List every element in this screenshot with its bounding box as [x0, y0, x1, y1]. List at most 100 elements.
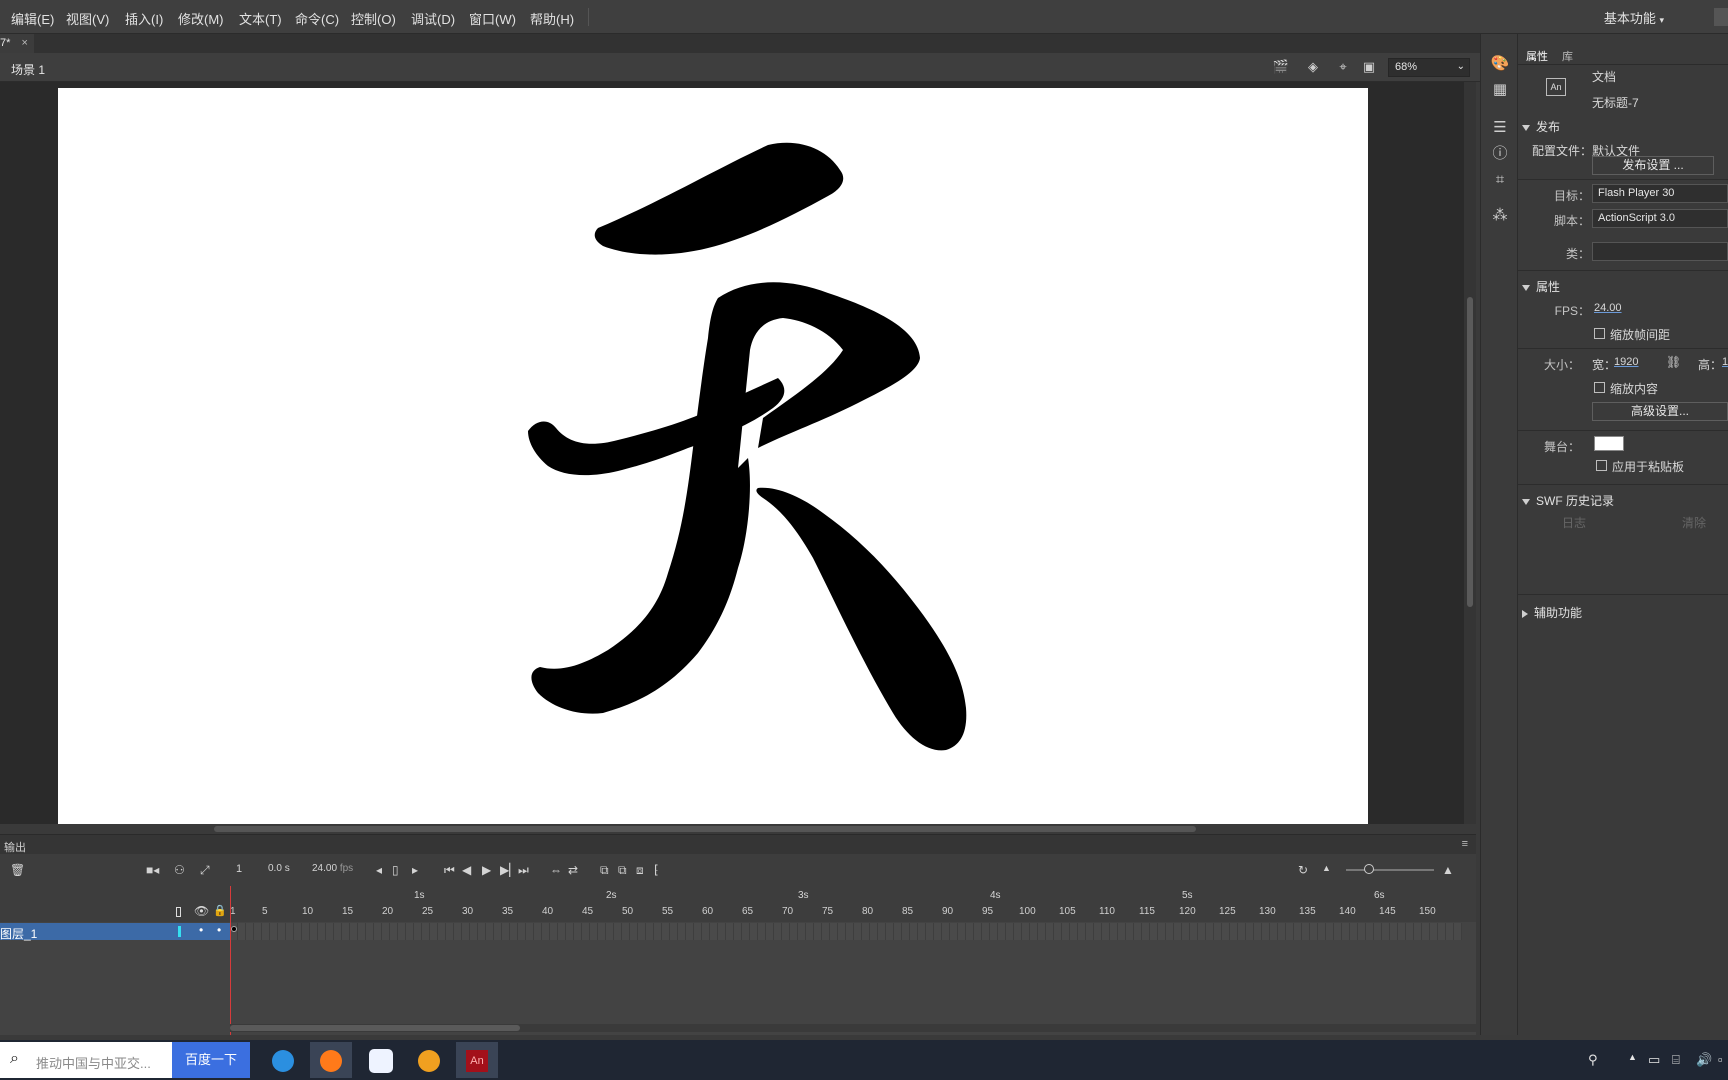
lock-dot[interactable]: •: [217, 923, 221, 937]
clapperboard-icon[interactable]: 🎬: [1272, 59, 1290, 75]
menu-help[interactable]: 帮助(H): [530, 9, 574, 28]
zoom-out-icon[interactable]: ▲: [1322, 863, 1331, 873]
close-icon[interactable]: ×: [21, 37, 27, 49]
swf-history-section[interactable]: SWF 历史记录: [1522, 492, 1614, 509]
firefox-icon[interactable]: [310, 1042, 352, 1078]
onion-skin-icon[interactable]: ⧉: [600, 863, 609, 878]
scene-label[interactable]: 场景 1: [11, 61, 45, 78]
frame-cells[interactable]: [230, 923, 1462, 940]
publish-section[interactable]: 发布: [1522, 118, 1560, 135]
script-select[interactable]: ActionScript 3.0: [1592, 209, 1728, 228]
stage[interactable]: 天: [58, 88, 1368, 824]
eye-icon[interactable]: 👁: [194, 904, 209, 918]
color-palette-icon[interactable]: 🎨: [1490, 54, 1510, 74]
onion-outline-icon[interactable]: ⧉: [618, 863, 627, 878]
edit-multiple-icon[interactable]: ⧈: [636, 863, 644, 878]
menu-text[interactable]: 文本(T): [239, 9, 282, 28]
tab-library[interactable]: 库: [1562, 48, 1573, 64]
keyframe[interactable]: [231, 926, 237, 932]
publish-settings-button[interactable]: 发布设置 ...: [1592, 156, 1714, 175]
link-icon[interactable]: ⛓: [1666, 355, 1681, 369]
target-select[interactable]: Flash Player 30: [1592, 184, 1728, 203]
zoom-in-icon[interactable]: ▲: [1442, 863, 1454, 877]
animate-app-icon[interactable]: An: [456, 1042, 498, 1078]
menu-edit[interactable]: 编辑(E): [11, 9, 54, 28]
volume-icon[interactable]: 🔊: [1696, 1052, 1712, 1068]
height-value[interactable]: 1: [1722, 356, 1728, 368]
stage-horizontal-scrollbar[interactable]: [0, 824, 1476, 834]
stage-vertical-scrollbar[interactable]: [1464, 82, 1476, 824]
playhead[interactable]: [230, 886, 231, 1035]
zoom-select[interactable]: 68% ⌄: [1388, 58, 1470, 77]
align-icon[interactable]: ☰: [1490, 118, 1510, 138]
scroll-thumb[interactable]: [214, 826, 1196, 832]
notification-icon[interactable]: ▫: [1718, 1052, 1723, 1067]
current-time[interactable]: 0.0 s: [268, 863, 290, 874]
scroll-thumb[interactable]: [1467, 297, 1473, 607]
search-box[interactable]: ⌕ 推动中国与中亚交...: [0, 1042, 172, 1078]
workspace-collapse-icon[interactable]: [1714, 8, 1728, 26]
clip-stage-icon[interactable]: ▣: [1360, 59, 1378, 75]
log-button[interactable]: 日志: [1562, 514, 1586, 531]
layer-parent-icon[interactable]: ⚇: [174, 863, 185, 877]
timeline-zoom-slider[interactable]: [1346, 869, 1434, 871]
timeline-scrollbar[interactable]: [230, 1024, 1476, 1032]
step-forward-icon[interactable]: ▸: [412, 863, 418, 877]
onion-icon[interactable]: ▯: [392, 863, 399, 877]
apply-pasteboard-checkbox[interactable]: [1596, 460, 1607, 471]
current-frame[interactable]: 1: [236, 863, 242, 875]
menu-insert[interactable]: 插入(I): [125, 9, 163, 28]
symbol-icon[interactable]: ◈: [1304, 59, 1322, 75]
calligraphy-character[interactable]: 天: [58, 88, 1368, 824]
network-icon[interactable]: ▭: [1648, 1052, 1660, 1068]
clear-button[interactable]: 清除: [1682, 514, 1706, 531]
class-field[interactable]: [1592, 242, 1728, 261]
accessibility-section[interactable]: 辅助功能: [1522, 604, 1582, 621]
play-icon[interactable]: ▶: [482, 863, 491, 877]
wifi-icon[interactable]: ⌸: [1672, 1052, 1680, 1068]
swatches-icon[interactable]: ▦: [1490, 80, 1510, 100]
components-icon[interactable]: ⁂: [1490, 206, 1510, 226]
go-to-last-icon[interactable]: ⏭: [518, 863, 529, 878]
onion-markers-icon[interactable]: ⁅: [654, 863, 659, 877]
document-tab[interactable]: 7* ×: [0, 34, 34, 53]
info-icon[interactable]: ⓘ: [1490, 144, 1510, 164]
go-to-first-icon[interactable]: ⏮: [444, 863, 455, 878]
scale-spans-checkbox[interactable]: [1594, 328, 1605, 339]
layer-name[interactable]: 图层_1: [0, 925, 37, 942]
trash-icon[interactable]: 🗑: [10, 863, 25, 877]
camera-icon[interactable]: ■◂: [146, 863, 159, 877]
scroll-thumb[interactable]: [230, 1025, 520, 1031]
edge-browser-icon[interactable]: [262, 1042, 304, 1078]
layer-row[interactable]: 图层_1 • •: [0, 923, 230, 942]
fps-value[interactable]: 24.00: [1594, 302, 1622, 314]
step-back-icon[interactable]: ◂: [376, 863, 382, 877]
refresh-icon[interactable]: ↻: [1298, 863, 1308, 877]
sync-icon[interactable]: ⇄: [568, 863, 578, 877]
output-tab[interactable]: 输出: [4, 839, 26, 855]
loop-icon[interactable]: ⇔: [550, 863, 562, 877]
width-value[interactable]: 1920: [1614, 356, 1638, 368]
user-icon[interactable]: ⚲: [1588, 1052, 1598, 1068]
transform-icon[interactable]: ⌗: [1490, 170, 1510, 190]
scale-content-checkbox[interactable]: [1594, 382, 1605, 393]
center-stage-icon[interactable]: ⌖: [1334, 59, 1352, 75]
workspace-switcher[interactable]: 基本功能 ▾: [1604, 8, 1664, 27]
menu-commands[interactable]: 命令(C): [295, 9, 339, 28]
stage-color-swatch[interactable]: [1594, 436, 1624, 451]
media-player-icon[interactable]: [408, 1042, 450, 1078]
menu-view[interactable]: 视图(V): [66, 9, 109, 28]
search-button[interactable]: 百度一下: [172, 1042, 250, 1078]
frame-rate[interactable]: 24.00 fps: [312, 863, 353, 874]
menu-control[interactable]: 控制(O): [351, 9, 396, 28]
menu-modify[interactable]: 修改(M): [178, 9, 224, 28]
tray-expand-icon[interactable]: ▲: [1628, 1052, 1637, 1062]
panel-menu-icon[interactable]: ≡: [1462, 838, 1468, 850]
previous-frame-icon[interactable]: ◀: [462, 863, 471, 877]
baidu-netdisk-icon[interactable]: [360, 1042, 402, 1078]
lock-icon[interactable]: 🔒: [213, 904, 227, 917]
advanced-settings-button[interactable]: 高级设置...: [1592, 402, 1728, 421]
slider-handle[interactable]: [1364, 864, 1374, 874]
tab-properties[interactable]: 属性: [1526, 48, 1548, 64]
graph-icon[interactable]: ⤢: [200, 863, 210, 878]
